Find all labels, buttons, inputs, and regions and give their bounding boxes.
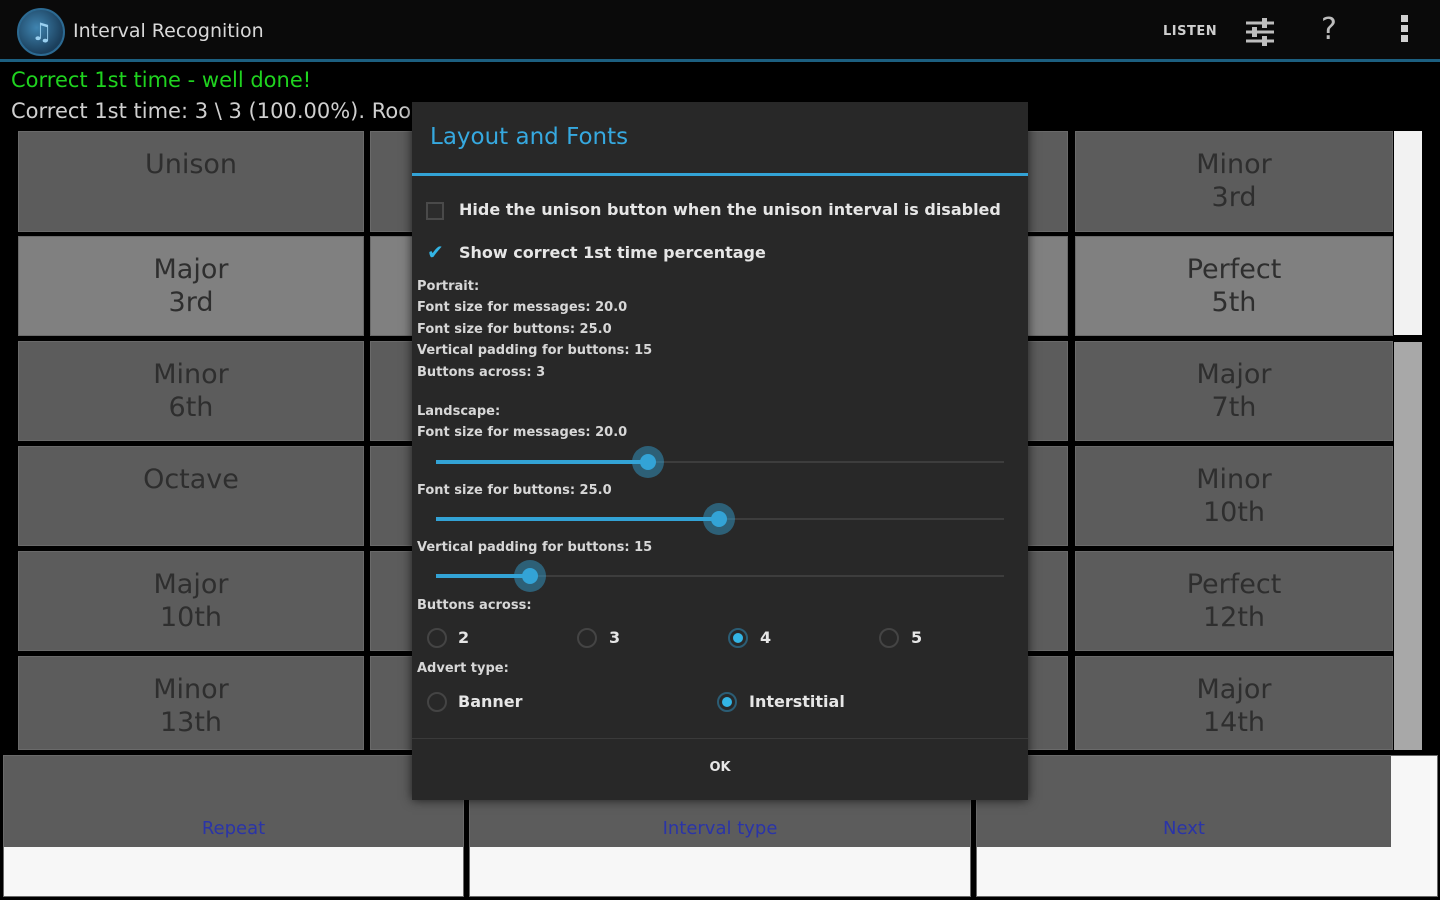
padding-slider[interactable]: [436, 558, 1004, 594]
interval-button-octave[interactable]: Octave: [18, 446, 364, 546]
portrait-heading: Portrait:: [417, 279, 480, 294]
overflow-menu-icon[interactable]: [1396, 12, 1412, 48]
buttons-across-option-5[interactable]: 5: [911, 628, 922, 647]
dialog-title: Layout and Fonts: [430, 124, 629, 150]
interval-button-minor-13th[interactable]: Minor 13th: [18, 656, 364, 750]
landscape-heading: Landscape:: [417, 404, 501, 419]
hide-unison-label: Hide the unison button when the unison i…: [459, 200, 1001, 219]
interval-button-major-3rd[interactable]: Major 3rd: [18, 236, 364, 336]
portrait-buttons-font: Font size for buttons: 25.0: [417, 322, 612, 337]
buttons-across-radio-2[interactable]: [427, 628, 447, 648]
landscape-buttons-font-label: Font size for buttons: 25.0: [417, 483, 612, 498]
buttons-font-slider[interactable]: [436, 501, 1004, 537]
landscape-padding-label: Vertical padding for buttons: 15: [417, 540, 653, 555]
tune-settings-icon[interactable]: [1244, 16, 1276, 48]
interval-button-major-7th[interactable]: Major 7th: [1075, 341, 1393, 441]
buttons-across-radio-5[interactable]: [879, 628, 899, 648]
buttons-across-radio-3[interactable]: [577, 628, 597, 648]
buttons-across-option-2[interactable]: 2: [458, 628, 469, 647]
action-bar: Interval Recognition LISTEN ?: [0, 0, 1440, 62]
next-label: Next: [1163, 818, 1205, 839]
landscape-messages-font-label: Font size for messages: 20.0: [417, 425, 628, 440]
interval-button-minor-10th[interactable]: Minor 10th: [1075, 446, 1393, 546]
show-percentage-label: Show correct 1st time percentage: [459, 243, 766, 262]
ok-button[interactable]: OK: [412, 739, 1028, 800]
show-percentage-checkbox[interactable]: [426, 240, 444, 264]
interval-button-unison[interactable]: Unison: [18, 131, 364, 232]
portrait-padding: Vertical padding for buttons: 15: [417, 343, 653, 358]
slider-thumb[interactable]: [631, 446, 664, 478]
portrait-messages-font: Font size for messages: 20.0: [417, 300, 628, 315]
advert-interstitial-option[interactable]: Interstitial: [749, 692, 845, 711]
title-divider: [412, 173, 1028, 176]
interval-button-minor-3rd[interactable]: Minor 3rd: [1075, 131, 1393, 232]
advert-type-label: Advert type:: [417, 661, 509, 676]
portrait-buttons-across: Buttons across: 3: [417, 365, 546, 380]
app-logo-icon[interactable]: [17, 8, 65, 56]
advert-interstitial-radio[interactable]: [717, 692, 737, 712]
buttons-across-option-4[interactable]: 4: [760, 628, 771, 647]
interval-button-perfect-12th[interactable]: Perfect 12th: [1075, 551, 1393, 651]
advert-banner-option[interactable]: Banner: [458, 692, 523, 711]
correct-message: Correct 1st time - well done!: [11, 68, 312, 92]
hide-unison-checkbox[interactable]: [426, 202, 444, 220]
interval-button-perfect-5th[interactable]: Perfect 5th: [1075, 236, 1393, 336]
buttons-across-option-3[interactable]: 3: [609, 628, 620, 647]
slider-thumb[interactable]: [513, 560, 546, 592]
help-icon[interactable]: ?: [1321, 12, 1337, 47]
interval-button-minor-6th[interactable]: Minor 6th: [18, 341, 364, 441]
listen-button[interactable]: LISTEN: [1163, 24, 1217, 39]
repeat-label: Repeat: [201, 818, 266, 839]
interval-button-major-14th[interactable]: Major 14th: [1075, 656, 1393, 750]
buttons-across-radio-4[interactable]: [728, 628, 748, 648]
grid-edge: [1394, 342, 1422, 750]
app-title: Interval Recognition: [73, 20, 264, 42]
advert-banner-radio[interactable]: [427, 692, 447, 712]
layout-fonts-dialog: Layout and Fonts Hide the unison button …: [412, 102, 1028, 800]
interval-button-major-10th[interactable]: Major 10th: [18, 551, 364, 651]
interval-type-label: Interval type: [662, 818, 778, 839]
next-button[interactable]: Next: [976, 755, 1438, 897]
buttons-across-label: Buttons across:: [417, 598, 532, 613]
messages-font-slider[interactable]: [436, 444, 1004, 480]
grid-edge: [1394, 131, 1422, 335]
repeat-button[interactable]: Repeat: [3, 755, 464, 897]
stats-message: Correct 1st time: 3 \ 3 (100.00%). Root …: [11, 99, 411, 123]
slider-thumb[interactable]: [702, 503, 735, 535]
